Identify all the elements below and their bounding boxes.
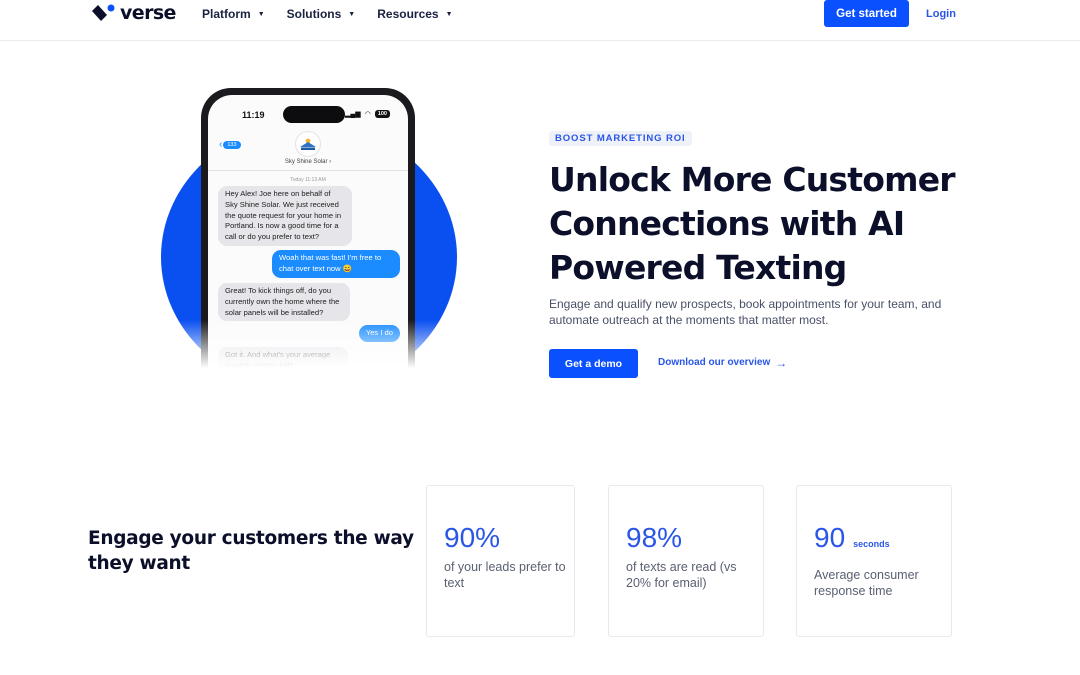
stat-description: of your leads prefer to text — [444, 560, 566, 590]
status-time: 11:19 — [242, 110, 265, 120]
stat-number: 90 — [814, 522, 846, 553]
stat-number: 90% — [444, 522, 501, 553]
nav-item-platform[interactable]: Platform ▼ — [202, 7, 265, 21]
battery-icon: 100 — [374, 110, 390, 118]
hero-title: Unlock More Customer Connections with AI… — [549, 160, 956, 287]
stat-unit: seconds — [853, 539, 890, 549]
contact-avatar — [296, 132, 320, 156]
nav-item-solutions[interactable]: Solutions ▼ — [287, 7, 356, 21]
stat-description: Average consumer response time — [814, 568, 919, 598]
download-overview-link[interactable]: Download our overview → — [658, 355, 788, 370]
caret-down-icon: ▼ — [257, 10, 265, 18]
unread-count-badge: 133 — [223, 140, 241, 149]
nav-item-label: Resources — [377, 7, 439, 21]
get-demo-button[interactable]: Get a demo — [549, 349, 638, 378]
top-nav: verse Platform ▼ Solutions ▼ Resources ▼… — [0, 0, 1080, 41]
nav-item-resources[interactable]: Resources ▼ — [377, 7, 452, 21]
hero-subtitle: Engage and qualify new prospects, book a… — [549, 297, 942, 327]
sun-mountain-logo-icon — [300, 138, 316, 150]
stat-description: of texts are read (vs 20% for email) — [626, 560, 737, 590]
eyebrow-badge: BOOST MARKETING ROI — [549, 131, 692, 146]
contact-name: Sky Shine Solar › — [284, 159, 332, 165]
stat-value: 98% — [626, 522, 682, 554]
caret-down-icon: ▼ — [348, 10, 356, 18]
arrow-right-icon: → — [775, 355, 788, 370]
chevron-left-icon: ‹ — [219, 139, 223, 150]
stat-card-texts-read: 98% of texts are read (vs 20% for email) — [608, 485, 764, 637]
nav-item-label: Platform — [202, 7, 251, 21]
get-started-button[interactable]: Get started — [824, 0, 909, 27]
bottom-fade — [161, 320, 461, 400]
nav-item-label: Solutions — [286, 7, 342, 21]
brand-name: verse — [120, 2, 176, 24]
caret-down-icon: ▼ — [445, 10, 453, 18]
status-icons: ▂▄▆ ◠ 100 — [345, 110, 390, 118]
thread-divider — [208, 170, 408, 171]
message-bubble-incoming: Great! To kick things off, do you curren… — [218, 283, 350, 322]
hero-phone-illustration: 11:19 ▂▄▆ ◠ 100 ‹ 133 Sky Shine Solar › … — [161, 88, 461, 400]
wifi-icon: ◠ — [364, 111, 371, 118]
stat-card-leads-prefer-text: 90% of your leads prefer to text — [426, 485, 575, 637]
stat-number: 98% — [626, 522, 683, 553]
verse-logo-icon — [92, 4, 115, 21]
main-menu: Platform ▼ Solutions ▼ Resources ▼ — [202, 7, 453, 21]
verse-logo[interactable]: verse — [92, 3, 176, 23]
dynamic-island — [283, 106, 345, 123]
stats-heading: Engage your customers the way they want — [88, 528, 414, 574]
messages-back: ‹ 133 — [219, 139, 241, 150]
stat-value: 90% — [444, 522, 500, 554]
message-bubble-outgoing: Woah that was fast! I'm free to chat ove… — [272, 250, 400, 278]
stat-value: 90 seconds — [814, 522, 890, 554]
login-link[interactable]: Login — [926, 8, 956, 20]
stat-card-response-time: 90 seconds Average consumer response tim… — [796, 485, 952, 637]
signal-icon: ▂▄▆ — [344, 111, 361, 118]
thread-timestamp: Today 11:13 AM — [290, 177, 326, 183]
download-overview-label: Download our overview — [658, 357, 771, 368]
message-bubble-incoming: Hey Alex! Joe here on behalf of Sky Shin… — [218, 186, 352, 246]
